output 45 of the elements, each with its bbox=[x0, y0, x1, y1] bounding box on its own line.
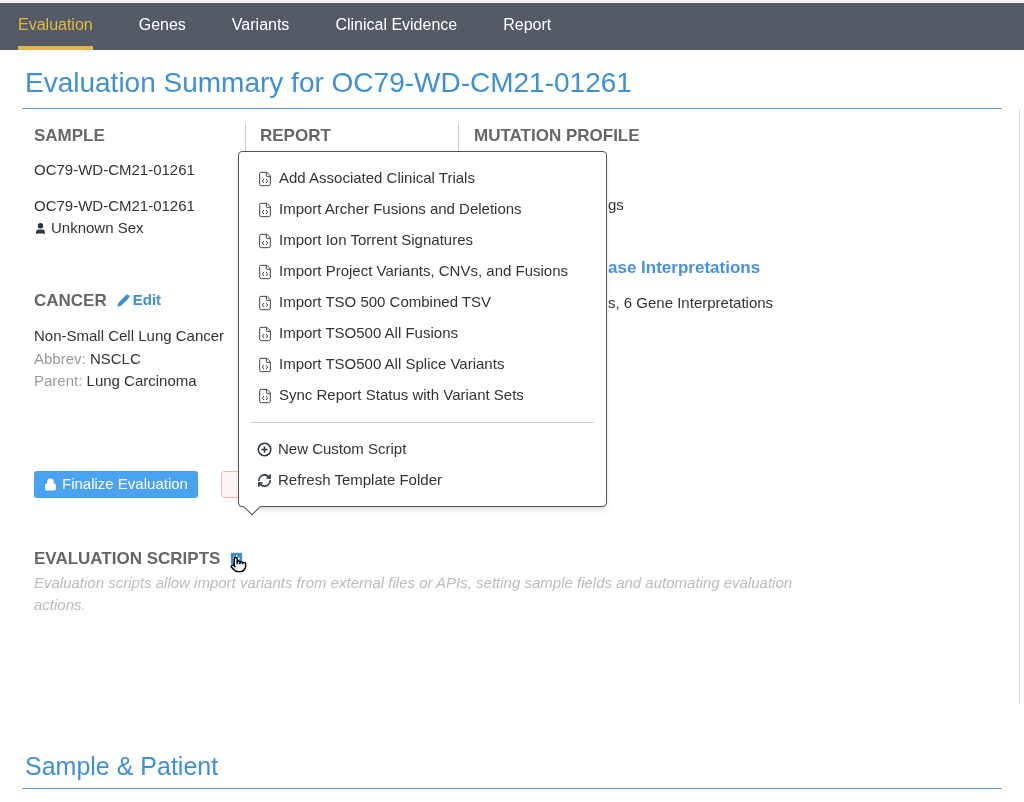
code-file-icon bbox=[257, 325, 273, 342]
pencil-icon bbox=[116, 293, 130, 307]
code-file-icon bbox=[257, 232, 273, 249]
menu-item[interactable]: Import TSO500 All Fusions bbox=[239, 318, 606, 349]
lock-icon bbox=[44, 477, 57, 491]
refresh-icon bbox=[257, 473, 272, 488]
menu-item[interactable]: Import TSO500 All Splice Variants bbox=[239, 349, 606, 380]
page-title: Evaluation Summary for OC79-WD-CM21-01261 bbox=[22, 50, 1002, 109]
section-heading: REPORT bbox=[260, 125, 332, 147]
sample-id: OC79-WD-CM21-01261 bbox=[34, 160, 196, 180]
code-file-icon bbox=[257, 294, 273, 311]
scripts-description: Evaluation scripts allow import variants from external files or APIs, setting sample fields and automating evaluation actions. bbox=[34, 573, 794, 615]
nav-tab[interactable]: Report bbox=[503, 3, 552, 50]
code-file-icon bbox=[257, 201, 273, 218]
menu-item[interactable]: Add Associated Clinical Trials bbox=[239, 163, 606, 194]
person-icon bbox=[34, 221, 47, 235]
menu-item[interactable]: Sync Report Status with Variant Sets bbox=[239, 380, 606, 411]
section-title: Sample & Patient bbox=[22, 748, 1002, 789]
menu-item[interactable]: Import Ion Torrent Signatures bbox=[239, 225, 606, 256]
profile-text: gs bbox=[608, 195, 625, 215]
code-file-icon bbox=[257, 170, 273, 187]
parent-line: Parent: Lung Carcinoma bbox=[34, 371, 197, 391]
plus-circle-icon bbox=[257, 442, 272, 457]
menu-item[interactable]: Import Project Variants, CNVs, and Fusions bbox=[239, 256, 606, 287]
sex-label: Unknown Sex bbox=[51, 218, 144, 238]
nav-tab[interactable]: Genes bbox=[138, 3, 186, 50]
code-file-icon bbox=[257, 387, 273, 404]
section-heading: MUTATION PROFILE bbox=[474, 125, 641, 147]
section-heading: CANCER bbox=[34, 289, 107, 312]
patient-id: OC79-WD-CM21-01261 bbox=[34, 195, 196, 216]
section-heading: SAMPLE bbox=[34, 125, 106, 147]
profile-text: s, 6 Gene Interpretations bbox=[608, 293, 774, 313]
menu-item[interactable]: Import TSO 500 Combined TSV bbox=[239, 287, 606, 318]
menu-item[interactable]: Refresh Template Folder bbox=[239, 465, 606, 496]
nav-tab[interactable]: Clinical Evidence bbox=[335, 3, 458, 50]
cancer-name: Non-Small Cell Lung Cancer bbox=[34, 326, 225, 346]
section-heading: EVALUATION SCRIPTS bbox=[34, 547, 221, 570]
nav-tab[interactable]: Variants bbox=[231, 3, 290, 50]
nav-tab[interactable]: Evaluation bbox=[18, 3, 93, 50]
hand-cursor-icon bbox=[230, 555, 248, 573]
menu-item[interactable]: Import Archer Fusions and Deletions bbox=[239, 194, 606, 225]
code-file-icon bbox=[257, 263, 273, 280]
abbrev-line: Abbrev: NSCLC bbox=[34, 348, 141, 369]
menu-item[interactable]: New Custom Script bbox=[239, 434, 606, 465]
code-file-icon bbox=[257, 356, 273, 373]
